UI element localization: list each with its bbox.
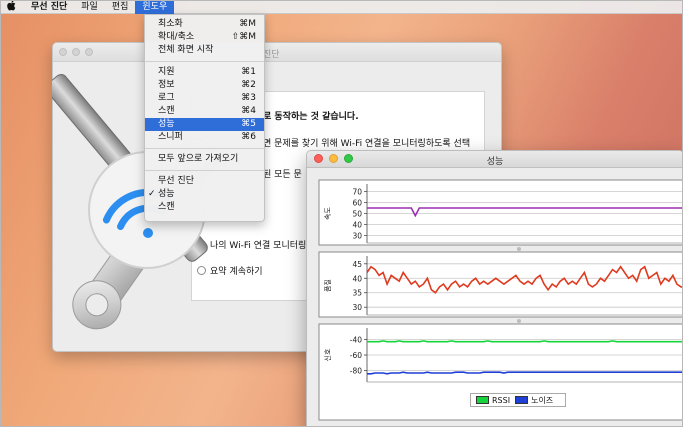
- tick-label: 60: [352, 199, 362, 208]
- performance-window: 성능 70 60 50 40 30 속도 45 40 35 30 품질 -40 -60 -80 신호 RSS…: [306, 150, 683, 427]
- diagnostics-titlebar: 진단: [53, 43, 501, 62]
- tick-label: -60: [350, 351, 362, 360]
- instruction-text: 면 문제를 찾기 위해 Wi-Fi 연결을 모니터링하도록 선택: [263, 139, 471, 149]
- window-menu-dropdown: 최소화 ⌘M 확대/축소 ⇧⌘M 전체 화면 시작 지원 ⌘1 정보 ⌘2 로그 ⌘3 스…: [144, 14, 265, 222]
- status-heading: 로 동작하는 것 같습니다.: [263, 112, 359, 122]
- menu-item-label: 성능: [158, 189, 175, 199]
- tick-label: 40: [352, 221, 362, 230]
- menu-item-label: 스캔: [158, 202, 175, 212]
- tick-label: 30: [352, 303, 362, 312]
- menu-item-shortcut: ⌘1: [241, 67, 256, 77]
- menu-item-minimize[interactable]: 최소화 ⌘M: [145, 18, 264, 31]
- tick-label: 45: [352, 260, 362, 269]
- menu-separator: [145, 148, 264, 149]
- menu-window[interactable]: 윈도우: [135, 0, 175, 14]
- menu-item-window-performance[interactable]: ✓ 성능: [145, 188, 264, 201]
- chart-legend: RSSI 노이즈: [470, 393, 566, 407]
- menu-item-shortcut: ⌘3: [241, 93, 256, 103]
- tick-label: 50: [352, 210, 362, 219]
- tick-label: -80: [350, 367, 362, 376]
- zoom-icon[interactable]: [85, 48, 93, 56]
- window-controls-inactive: [59, 48, 93, 56]
- menu-item-label: 무선 진단: [158, 176, 194, 186]
- menu-item-shortcut: ⌘2: [241, 80, 256, 90]
- close-icon[interactable]: [59, 48, 67, 56]
- splitter-handle: [517, 319, 521, 323]
- menu-item-label: 로그: [158, 93, 175, 103]
- menu-item-fullscreen[interactable]: 전체 화면 시작: [145, 44, 264, 57]
- menu-item-shortcut: ⌘5: [241, 119, 256, 129]
- y-axis-label: 신호: [323, 348, 332, 361]
- menu-item-window-scan[interactable]: 스캔: [145, 201, 264, 214]
- menu-item-label: 확대/축소: [158, 32, 195, 42]
- tick-label: 40: [352, 274, 362, 283]
- tick-label: 70: [352, 188, 362, 197]
- y-axis-label: 품질: [324, 279, 332, 292]
- menu-item-label: 최소화: [158, 19, 183, 29]
- legend-rssi-label: RSSI: [492, 395, 511, 405]
- menu-item-sniffer[interactable]: 스니퍼 ⌘6: [145, 131, 264, 144]
- legend-noise-swatch: [515, 396, 529, 404]
- menu-item-label: 스니퍼: [158, 132, 183, 142]
- series-line: [367, 340, 683, 343]
- menu-item-logs[interactable]: 로그 ⌘3: [145, 92, 264, 105]
- menu-item-scan[interactable]: 스캔 ⌘4: [145, 105, 264, 118]
- menu-item-bring-all-to-front[interactable]: 모두 앞으로 가져오기: [145, 153, 264, 166]
- menu-item-shortcut: ⌘M: [239, 19, 256, 29]
- menu-item-label: 스캔: [158, 106, 175, 116]
- menu-bar: 무선 진단 파일 편집 윈도우: [0, 0, 683, 14]
- tick-label: 30: [352, 232, 362, 241]
- y-axis-label: 속도: [324, 207, 332, 220]
- menu-item-shortcut: ⌘4: [241, 106, 256, 116]
- performance-window-title: 성능: [486, 157, 504, 167]
- performance-charts: 70 60 50 40 30 속도 45 40 35 30 품질 -40 -60 -80 신호: [318, 179, 683, 421]
- legend-rssi-swatch: [476, 396, 489, 404]
- menu-separator: [145, 170, 264, 171]
- menu-item-zoom[interactable]: 확대/축소 ⇧⌘M: [145, 31, 264, 44]
- menu-item-label: 지원: [158, 67, 175, 77]
- tick-label: -40: [350, 335, 362, 344]
- menu-item-label: 정보: [158, 80, 175, 90]
- menu-item-window-diagnostics[interactable]: 무선 진단: [145, 175, 264, 188]
- tick-label: 35: [352, 289, 362, 298]
- menu-edit[interactable]: 편집: [105, 0, 136, 14]
- legend-noise-label: 노이즈: [531, 395, 554, 405]
- menu-separator: [145, 61, 264, 62]
- apple-menu-icon[interactable]: [0, 0, 24, 14]
- minimize-icon[interactable]: [72, 48, 80, 56]
- menu-item-shortcut: ⇧⌘M: [231, 32, 256, 42]
- menu-item-label: 성능: [158, 119, 175, 129]
- menu-app-name[interactable]: 무선 진단: [24, 0, 74, 14]
- diagnostics-window-title: 진단: [263, 50, 280, 60]
- checkmark-icon: ✓: [148, 189, 156, 199]
- menu-item-info[interactable]: 정보 ⌘2: [145, 79, 264, 92]
- performance-titlebar[interactable]: 성능: [307, 151, 683, 168]
- menu-file[interactable]: 파일: [74, 0, 105, 14]
- menu-item-performance[interactable]: 성능 ⌘5: [145, 118, 264, 131]
- splitter-handle: [517, 247, 521, 251]
- menu-item-label: 모두 앞으로 가져오기: [158, 154, 239, 164]
- menu-item-label: 전체 화면 시작: [158, 45, 214, 55]
- menu-item-shortcut: ⌘6: [241, 132, 256, 142]
- menu-item-assistant[interactable]: 지원 ⌘1: [145, 66, 264, 79]
